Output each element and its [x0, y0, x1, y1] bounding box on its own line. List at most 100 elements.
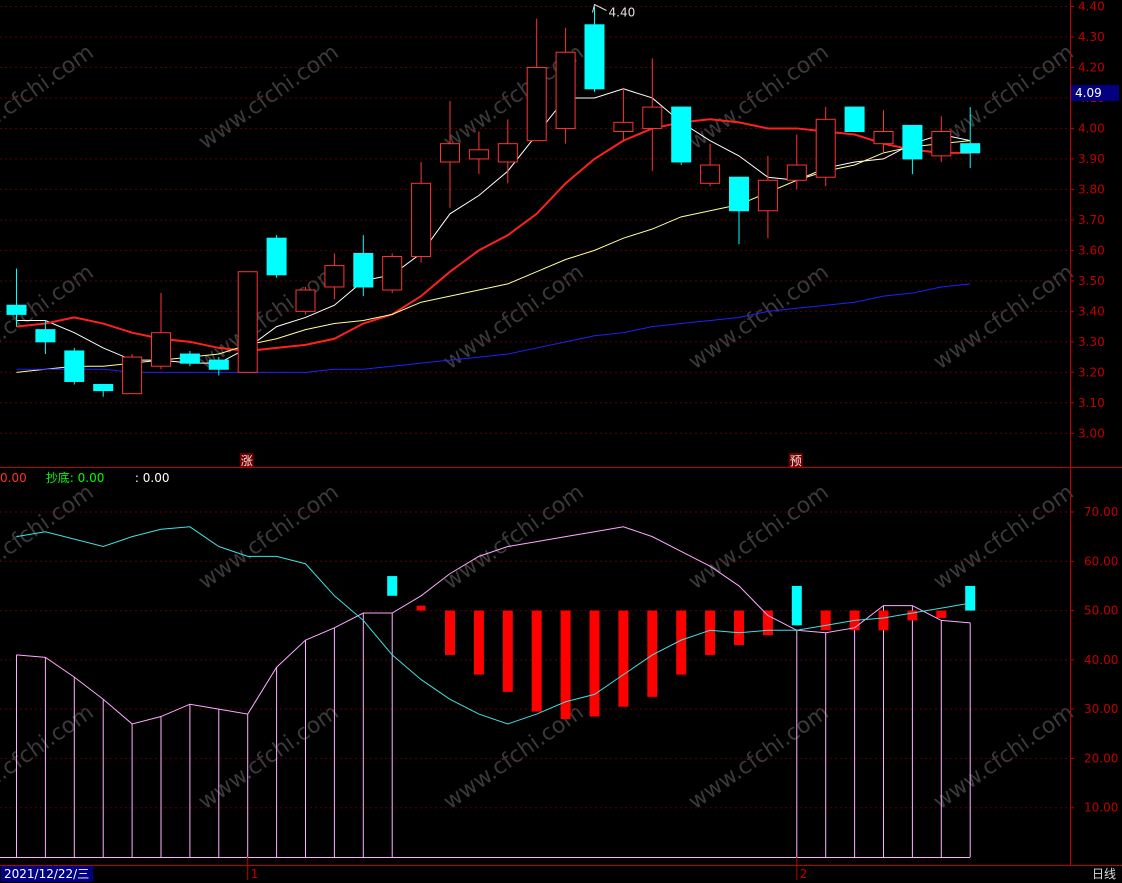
indicator-tick-label: 60.00 [1084, 554, 1118, 568]
candle [815, 107, 836, 187]
candle-body [237, 271, 258, 373]
price-tick-label: 3.80 [1078, 182, 1105, 196]
candle-body [497, 143, 518, 163]
candle-body [873, 130, 894, 145]
candle-body [931, 130, 952, 157]
histogram-bar [878, 610, 889, 631]
price-tick-label: 3.00 [1078, 426, 1105, 440]
price-tick-label: 3.50 [1078, 274, 1105, 288]
candle-body [729, 176, 749, 212]
candle-body [295, 289, 316, 312]
candle [729, 176, 749, 245]
histogram-bar [445, 610, 455, 655]
legend-value-3: : 0.00 [134, 471, 170, 485]
histogram-bar [676, 610, 687, 675]
candle-body [411, 182, 432, 257]
histogram-bar [387, 576, 398, 596]
price-tick-label: 3.30 [1078, 335, 1105, 349]
watermark-text: www.cfchi.com [929, 700, 1078, 815]
price-tick-label: 3.60 [1078, 243, 1105, 257]
histogram-bar [791, 585, 802, 626]
legend-value-1: 0.00 [0, 471, 27, 485]
watermark-text: www.cfchi.com [439, 480, 588, 595]
candle-body [440, 143, 460, 163]
candle-body [208, 359, 229, 370]
candle-body [64, 350, 85, 382]
watermark-text: www.cfchi.com [929, 260, 1078, 375]
candle [671, 106, 692, 166]
price-tick-label: 3.90 [1078, 152, 1105, 166]
histogram-bar [618, 610, 629, 707]
candle-body [844, 106, 865, 132]
candle-body [960, 143, 981, 154]
month-label: 1 [251, 867, 259, 881]
chart-canvas[interactable]: www.cfchi.com www.cfchi.com www.cfchi.com w… [0, 0, 1122, 883]
marker-text: 预 [790, 454, 802, 468]
cursor-date: 2021/12/22/三 [1, 866, 93, 882]
indicator-tick-label: 70.00 [1084, 505, 1118, 519]
candle [151, 293, 171, 370]
candle [295, 286, 316, 315]
candle [411, 161, 432, 263]
price-tick-label: 4.30 [1078, 30, 1105, 44]
period-label[interactable]: 日线 [1092, 866, 1116, 882]
candle-body [151, 332, 171, 367]
candle-body [353, 252, 374, 288]
histogram-bar [531, 610, 542, 712]
histogram-bar [965, 585, 976, 611]
histogram-bar [473, 610, 484, 675]
candle-body [786, 164, 807, 181]
histogram-bar [820, 610, 831, 631]
histogram-bar [502, 610, 513, 692]
price-tick-label: 4.00 [1078, 121, 1105, 135]
histogram-bar [589, 610, 600, 717]
candle [584, 6, 605, 92]
histogram-bar [762, 610, 773, 636]
candle-body [671, 106, 692, 163]
candle-body [324, 265, 345, 288]
candle [844, 106, 865, 132]
candle-body [382, 255, 403, 291]
candle [353, 235, 374, 297]
candle [266, 235, 287, 278]
histogram-bar [705, 610, 716, 655]
price-tick-label: 3.20 [1078, 365, 1105, 379]
watermark-text: www.cfchi.com [194, 480, 343, 595]
histogram-bar [936, 610, 947, 618]
indicator-tick-label: 10.00 [1084, 801, 1118, 815]
candle [64, 347, 85, 385]
indicator-tick-label: 50.00 [1084, 604, 1118, 618]
price-tick-label: 4.40 [1078, 0, 1105, 14]
price-tick-label: 3.70 [1078, 213, 1105, 227]
candle [757, 155, 778, 239]
watermark-text: www.cfchi.com [0, 480, 99, 595]
histogram-bar [734, 610, 744, 646]
candle-body [179, 353, 200, 364]
watermark-text: www.cfchi.com [684, 260, 833, 375]
watermark-text: www.cfchi.com [929, 480, 1078, 595]
candle-body [6, 304, 27, 315]
month-label: 2 [800, 867, 808, 881]
candle [786, 134, 807, 190]
candle [382, 253, 403, 294]
watermark-text: www.cfchi.com [194, 700, 343, 815]
candle [93, 384, 114, 397]
candle-body [122, 356, 143, 395]
price-tick-label: 3.40 [1078, 304, 1105, 318]
candle-body [555, 51, 576, 129]
candle-body [584, 24, 605, 90]
candle [237, 271, 258, 373]
candle [613, 88, 634, 141]
current-price-tag: 4.09 [1071, 85, 1119, 101]
candle-body [35, 329, 56, 343]
candle-body [468, 149, 489, 160]
candle [122, 354, 143, 395]
indicator-tick-label: 40.00 [1084, 653, 1118, 667]
candle-body [642, 106, 663, 129]
watermark-text: www.cfchi.com [194, 40, 343, 155]
candle [35, 320, 56, 355]
price-tick-label: 3.10 [1078, 396, 1105, 410]
indicator-tick-label: 20.00 [1084, 751, 1118, 765]
candle [440, 101, 460, 208]
candle-body [93, 384, 114, 392]
